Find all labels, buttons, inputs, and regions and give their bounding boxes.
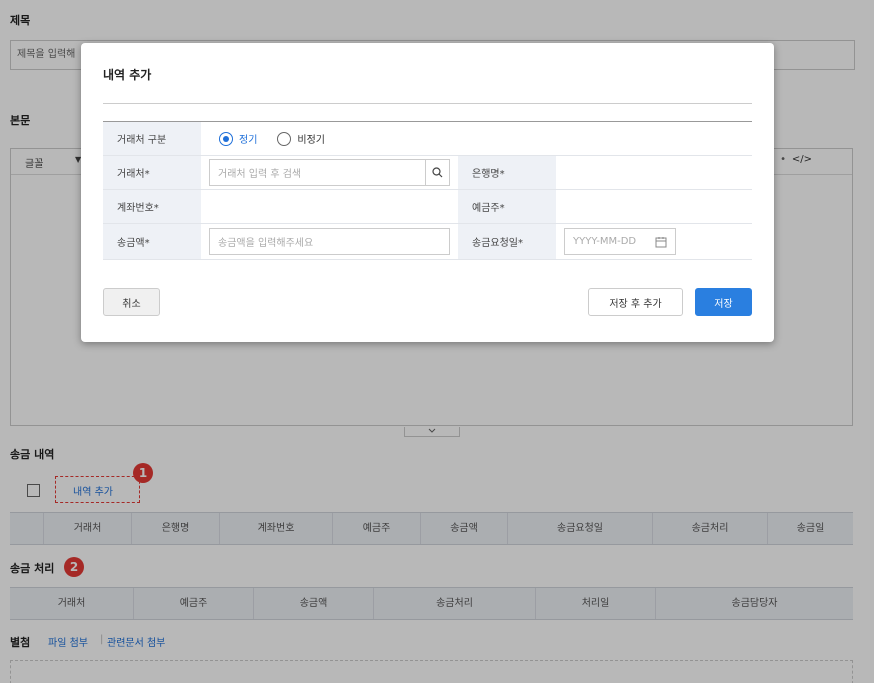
request-date-input[interactable]: YYYY-MM-DD (564, 228, 676, 255)
date-placeholder: YYYY-MM-DD (573, 236, 637, 247)
bank-label: 은행명* (458, 156, 556, 189)
amount-cell: 송금액을 입력해주세요 (201, 224, 458, 259)
vendor-cell: 거래처 입력 후 검색 (201, 156, 458, 189)
holder-label: 예금주* (458, 190, 556, 223)
save-and-add-button[interactable]: 저장 후 추가 (588, 288, 683, 316)
bank-value (556, 156, 752, 189)
vendor-label: 거래처* (103, 156, 201, 189)
search-icon (432, 167, 443, 178)
divider (103, 103, 752, 104)
form-row-amount: 송금액* 송금액을 입력해주세요 송금요청일* YYYY-MM-DD (103, 224, 752, 260)
form-row-vendor: 거래처* 거래처 입력 후 검색 은행명* (103, 156, 752, 190)
account-label: 계좌번호* (103, 190, 201, 223)
radio-regular-label[interactable]: 정기 (239, 131, 257, 146)
form-row-vendor-type: 거래처 구분 정기 비정기 (103, 122, 752, 156)
search-button[interactable] (425, 160, 449, 185)
save-button[interactable]: 저장 (695, 288, 752, 316)
cancel-button[interactable]: 취소 (103, 288, 160, 316)
holder-value (556, 190, 752, 223)
vendor-search-input[interactable]: 거래처 입력 후 검색 (209, 159, 450, 186)
request-date-label: 송금요청일* (458, 224, 556, 259)
radio-regular[interactable] (219, 131, 233, 146)
request-date-cell: YYYY-MM-DD (556, 224, 752, 259)
vendor-type-label: 거래처 구분 (103, 122, 201, 155)
radio-irregular[interactable] (277, 131, 292, 146)
radio-irregular-label[interactable]: 비정기 (297, 131, 325, 146)
account-value (201, 190, 458, 223)
modal-title: 내역 추가 (103, 68, 152, 82)
history-form: 거래처 구분 정기 비정기 거래처* 거래처 입력 후 검색 은행명* 계좌번호… (103, 121, 752, 260)
amount-input[interactable]: 송금액을 입력해주세요 (209, 228, 450, 255)
vendor-type-radios: 정기 비정기 (201, 122, 345, 155)
amount-placeholder: 송금액을 입력해주세요 (218, 238, 314, 249)
add-history-modal: 내역 추가 거래처 구분 정기 비정기 거래처* 거래처 입력 후 검색 은행명… (81, 43, 774, 342)
amount-label: 송금액* (103, 224, 201, 259)
vendor-placeholder: 거래처 입력 후 검색 (218, 169, 302, 180)
form-row-account: 계좌번호* 예금주* (103, 190, 752, 224)
calendar-icon[interactable] (655, 236, 667, 248)
